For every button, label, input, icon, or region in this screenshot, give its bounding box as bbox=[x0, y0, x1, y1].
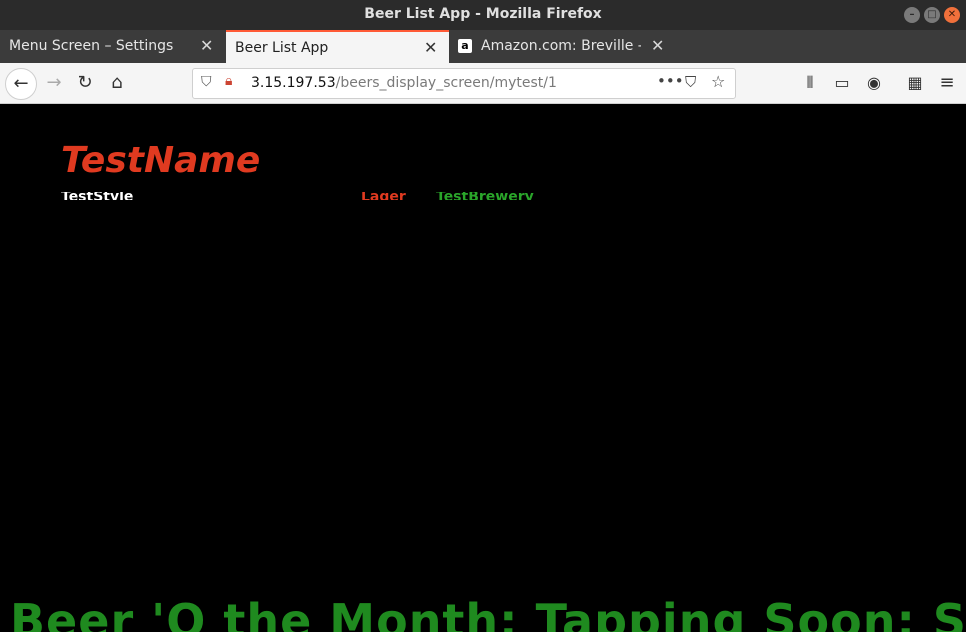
url-text[interactable]: 3.15.197.53/beers_display_screen/mytest/… bbox=[251, 75, 557, 91]
reload-icon[interactable]: ↻ bbox=[71, 69, 99, 97]
bar-name-heading: TestName bbox=[61, 140, 261, 181]
extensions-icon[interactable]: ▦ bbox=[901, 69, 929, 97]
url-bar[interactable]: ⛉ 🔒︎ 3.15.197.53/beers_display_screen/my… bbox=[192, 68, 736, 99]
tab-close-icon[interactable]: ✕ bbox=[651, 36, 664, 55]
window-title: Beer List App - Mozilla Firefox bbox=[364, 6, 602, 22]
bookmark-star-icon[interactable]: ☆ bbox=[711, 72, 725, 91]
beer-style-text: TestStyle bbox=[61, 192, 134, 200]
tab-amazon[interactable]: a Amazon.com: Breville -th ✕ bbox=[451, 30, 673, 63]
tab-close-icon[interactable]: ✕ bbox=[424, 38, 437, 57]
minimize-icon[interactable]: – bbox=[904, 7, 920, 23]
page-actions-icon[interactable]: ••• bbox=[657, 72, 684, 90]
tab-label: Amazon.com: Breville -th bbox=[481, 38, 641, 54]
tab-bar: Menu Screen – Settings ✕ Beer List App ✕… bbox=[0, 30, 966, 88]
window-titlebar: Beer List App - Mozilla Firefox – □ ✕ bbox=[0, 0, 966, 30]
insecure-lock-icon[interactable]: 🔒︎ bbox=[225, 73, 232, 89]
tab-label: Menu Screen – Settings bbox=[9, 38, 174, 54]
maximize-icon[interactable]: □ bbox=[924, 7, 940, 23]
beer-type-text: Lager bbox=[361, 192, 406, 200]
home-icon[interactable]: ⌂ bbox=[103, 69, 131, 97]
library-icon[interactable]: ⫴ bbox=[796, 69, 824, 97]
navigation-toolbar: ← → ↻ ⌂ ⛉ 🔒︎ 3.15.197.53/beers_display_s… bbox=[0, 63, 966, 104]
tab-beer-list-app[interactable]: Beer List App ✕ bbox=[226, 30, 449, 63]
tab-close-icon[interactable]: ✕ bbox=[200, 36, 213, 55]
account-icon[interactable]: ◉ bbox=[860, 69, 888, 97]
tab-menu-screen-settings[interactable]: Menu Screen – Settings ✕ bbox=[0, 30, 225, 63]
url-host: 3.15.197.53 bbox=[251, 75, 336, 91]
beer-row-partial: TestStyle Lager TestBrewery bbox=[61, 192, 621, 200]
brewery-text: TestBrewery bbox=[436, 192, 534, 200]
pocket-icon[interactable]: ⛉ bbox=[685, 73, 696, 91]
close-icon[interactable]: ✕ bbox=[944, 7, 960, 23]
sidebar-icon[interactable]: ▭ bbox=[828, 69, 856, 97]
forward-icon[interactable]: → bbox=[40, 69, 68, 97]
amazon-favicon-icon: a bbox=[458, 39, 472, 53]
scrolling-ticker: Beer 'O the Month: Tapping Soon: Sl bbox=[10, 594, 966, 632]
menu-icon[interactable]: ≡ bbox=[933, 69, 961, 97]
url-path: /beers_display_screen/mytest/1 bbox=[335, 75, 557, 91]
page-content: TestName TestStyle Lager TestBrewery Bee… bbox=[0, 104, 966, 632]
back-icon[interactable]: ← bbox=[5, 68, 37, 100]
tab-label: Beer List App bbox=[235, 40, 329, 56]
shield-icon[interactable]: ⛉ bbox=[201, 74, 212, 90]
